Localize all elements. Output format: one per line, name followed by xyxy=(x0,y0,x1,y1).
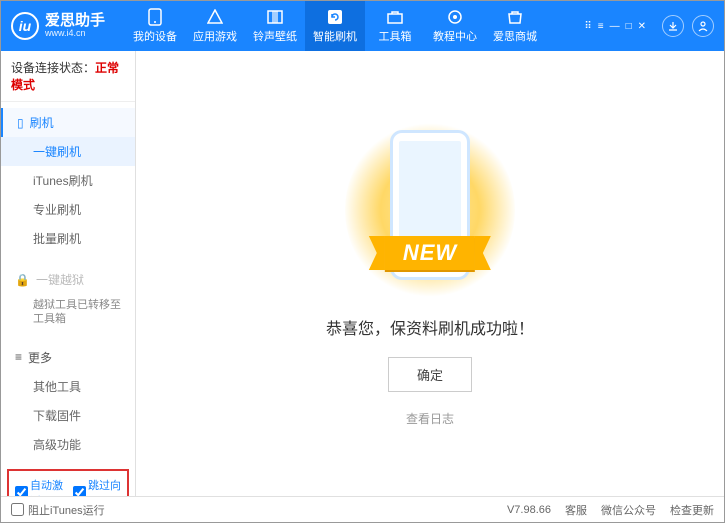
app-url: www.i4.cn xyxy=(45,29,105,39)
nav-tutorial[interactable]: 教程中心 xyxy=(425,1,485,51)
wechat-link[interactable]: 微信公众号 xyxy=(601,502,656,518)
sidebar-item-batch-flash[interactable]: 批量刷机 xyxy=(1,224,135,253)
minimize-icon[interactable]: — xyxy=(610,21,620,32)
new-ribbon: NEW xyxy=(385,236,475,270)
menu-grid-icon[interactable]: ⠿ xyxy=(584,21,591,32)
wheel-icon xyxy=(446,8,464,26)
sidebar-item-advanced[interactable]: 高级功能 xyxy=(1,430,135,459)
app-icon xyxy=(206,8,224,26)
main-nav: 我的设备 应用游戏 铃声壁纸 智能刷机 工具箱 教程中心 xyxy=(125,1,545,51)
footer: 阻止iTunes运行 V7.98.66 客服 微信公众号 检查更新 xyxy=(1,496,724,522)
list-icon: ≡ xyxy=(15,350,22,364)
app-title: 爱思助手 xyxy=(45,13,105,30)
user-button[interactable] xyxy=(692,15,714,37)
sidebar: 设备连接状态：正常模式 ▯ 刷机 一键刷机 iTunes刷机 专业刷机 批量刷机… xyxy=(1,51,136,496)
logo-icon: iu xyxy=(11,12,39,40)
window-controls: ⠿ ≡ — □ ✕ xyxy=(584,15,714,37)
app-logo: iu 爱思助手 www.i4.cn xyxy=(11,12,105,40)
success-message: 恭喜您，保资料刷机成功啦！ xyxy=(326,315,534,339)
nav-flash[interactable]: 智能刷机 xyxy=(305,1,365,51)
titlebar: iu 爱思助手 www.i4.cn 我的设备 应用游戏 铃声壁纸 智能刷机 xyxy=(1,1,724,51)
close-icon[interactable]: ✕ xyxy=(638,21,646,32)
wallpaper-icon xyxy=(266,8,284,26)
toolbox-icon xyxy=(386,8,404,26)
options-checkboxes: 自动激活 跳过向导 xyxy=(7,469,129,496)
download-button[interactable] xyxy=(662,15,684,37)
app-window: iu 爱思助手 www.i4.cn 我的设备 应用游戏 铃声壁纸 智能刷机 xyxy=(0,0,725,523)
support-link[interactable]: 客服 xyxy=(565,502,587,518)
refresh-icon xyxy=(326,8,344,26)
menu-equals-icon[interactable]: ≡ xyxy=(598,21,604,32)
store-icon xyxy=(506,8,524,26)
sidebar-item-pro-flash[interactable]: 专业刷机 xyxy=(1,195,135,224)
auto-activate-checkbox[interactable]: 自动激活 xyxy=(15,477,63,496)
nav-ringtone[interactable]: 铃声壁纸 xyxy=(245,1,305,51)
sidebar-head-flash[interactable]: ▯ 刷机 xyxy=(1,108,135,137)
main-content: NEW 恭喜您，保资料刷机成功啦！ 确定 查看日志 xyxy=(136,51,724,496)
sidebar-head-jailbreak: 🔒 一键越狱 xyxy=(1,265,135,294)
lock-icon: 🔒 xyxy=(15,273,30,287)
nav-store[interactable]: 爱思商城 xyxy=(485,1,545,51)
ok-button[interactable]: 确定 xyxy=(388,357,472,392)
phone-icon xyxy=(146,8,164,26)
version-label: V7.98.66 xyxy=(507,504,551,516)
success-illustration: NEW xyxy=(345,120,515,300)
sidebar-item-download-fw[interactable]: 下载固件 xyxy=(1,401,135,430)
skip-guide-checkbox[interactable]: 跳过向导 xyxy=(73,477,121,496)
view-log-link[interactable]: 查看日志 xyxy=(406,410,454,427)
phone-small-icon: ▯ xyxy=(17,116,24,130)
jailbreak-note: 越狱工具已转移至工具箱 xyxy=(1,294,135,331)
check-update-link[interactable]: 检查更新 xyxy=(670,502,714,518)
nav-device[interactable]: 我的设备 xyxy=(125,1,185,51)
sidebar-item-itunes-flash[interactable]: iTunes刷机 xyxy=(1,166,135,195)
connection-status: 设备连接状态：正常模式 xyxy=(1,51,135,102)
sidebar-head-more[interactable]: ≡ 更多 xyxy=(1,343,135,372)
block-itunes-checkbox[interactable]: 阻止iTunes运行 xyxy=(11,502,105,518)
maximize-icon[interactable]: □ xyxy=(626,21,632,32)
nav-apps[interactable]: 应用游戏 xyxy=(185,1,245,51)
body: 设备连接状态：正常模式 ▯ 刷机 一键刷机 iTunes刷机 专业刷机 批量刷机… xyxy=(1,51,724,496)
nav-tools[interactable]: 工具箱 xyxy=(365,1,425,51)
sidebar-item-other-tools[interactable]: 其他工具 xyxy=(1,372,135,401)
sidebar-item-oneclick-flash[interactable]: 一键刷机 xyxy=(1,137,135,166)
